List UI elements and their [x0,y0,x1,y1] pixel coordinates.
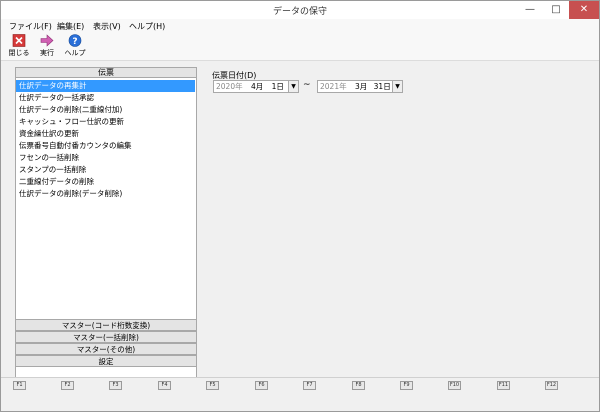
list-item[interactable]: 仕訳データの再集計 [16,80,195,92]
menu-bar: ファイル(F) 編集(E) 表示(V) ヘルプ(H) [1,19,599,32]
date-from-field[interactable]: 2020年 4月 1日 ▼ [213,80,299,93]
fkey-f2[interactable]: F2 [61,381,74,390]
minimize-button[interactable]: — [517,1,543,19]
from-day: 1日 [271,82,284,91]
fkey-f8[interactable]: F8 [352,381,365,390]
close-window-button[interactable]: ✕ [569,1,599,19]
fkey-f9[interactable]: F9 [400,381,413,390]
section-master-code-convert[interactable]: マスター(コード桁数変換) [15,319,197,331]
fkey-f7[interactable]: F7 [303,381,316,390]
help-question-icon: ? [68,34,82,47]
to-day: 31日 [373,82,391,91]
list-item[interactable]: 資金繰仕訳の更新 [16,128,195,140]
list-item[interactable]: 仕訳データの削除(二重線付加) [16,104,195,116]
app-window: データの保守 — □ ✕ ファイル(F) 編集(E) 表示(V) ヘルプ(H) … [0,0,600,412]
fkey-f4[interactable]: F4 [158,381,171,390]
fkey-f12[interactable]: F12 [545,381,558,390]
from-year: 2020年 [216,82,243,91]
menu-file[interactable]: ファイル(F) [9,21,52,32]
fkey-f6[interactable]: F6 [255,381,268,390]
maximize-button[interactable]: □ [543,1,569,19]
menu-help[interactable]: ヘルプ(H) [129,21,165,32]
window-title: データの保守 [272,7,327,17]
title-bar: データの保守 — □ ✕ [1,1,599,19]
list-item[interactable]: スタンプの一括削除 [16,164,195,176]
execute-tool-label: 実行 [40,49,54,57]
menu-view[interactable]: 表示(V) [93,21,121,32]
list-item[interactable]: 仕訳データの削除(データ削除) [16,188,195,200]
chevron-down-icon[interactable]: ▼ [392,81,402,92]
list-item[interactable]: キャッシュ・フロー仕訳の更新 [16,116,195,128]
svg-text:?: ? [72,37,77,47]
section-master-other[interactable]: マスター(その他) [15,343,197,355]
fkey-f3[interactable]: F3 [109,381,122,390]
section-master-bulk-delete[interactable]: マスター(一括削除) [15,331,197,343]
close-tool-label: 閉じる [8,49,30,57]
menu-edit[interactable]: 編集(E) [57,21,84,32]
toolbar: 閉じる 実行 ? ヘルプ [1,32,599,61]
fkey-f10[interactable]: F10 [448,381,461,390]
to-year: 2021年 [320,82,347,91]
section-settings[interactable]: 設定 [15,355,197,367]
fkey-f11[interactable]: F11 [497,381,510,390]
close-tool-button[interactable]: 閉じる [7,34,31,59]
fkey-f5[interactable]: F5 [206,381,219,390]
arrow-right-icon [40,34,54,47]
list-item[interactable]: フセンの一括削除 [16,152,195,164]
list-item[interactable]: 仕訳データの一括承認 [16,92,195,104]
function-key-bar: F1 F2 F3 F4 F5 F6 F7 F8 F9 F10 F11 F12 [1,377,599,393]
help-tool-label: ヘルプ [64,49,86,57]
date-to-field[interactable]: 2021年 3月 31日 ▼ [317,80,403,93]
fkey-f1[interactable]: F1 [13,381,26,390]
panel-header-voucher[interactable]: 伝票 [15,67,197,78]
list-item[interactable]: 伝票番号自動付番カウンタの編集 [16,140,195,152]
chevron-down-icon[interactable]: ▼ [288,81,298,92]
execute-tool-button[interactable]: 実行 [35,34,59,59]
from-month: 4月 [250,82,264,91]
list-item[interactable]: 二重線付データの削除 [16,176,195,188]
help-tool-button[interactable]: ? ヘルプ [63,34,87,59]
date-range-separator: ~ [303,80,311,90]
close-x-icon [12,34,26,47]
to-month: 3月 [354,82,368,91]
